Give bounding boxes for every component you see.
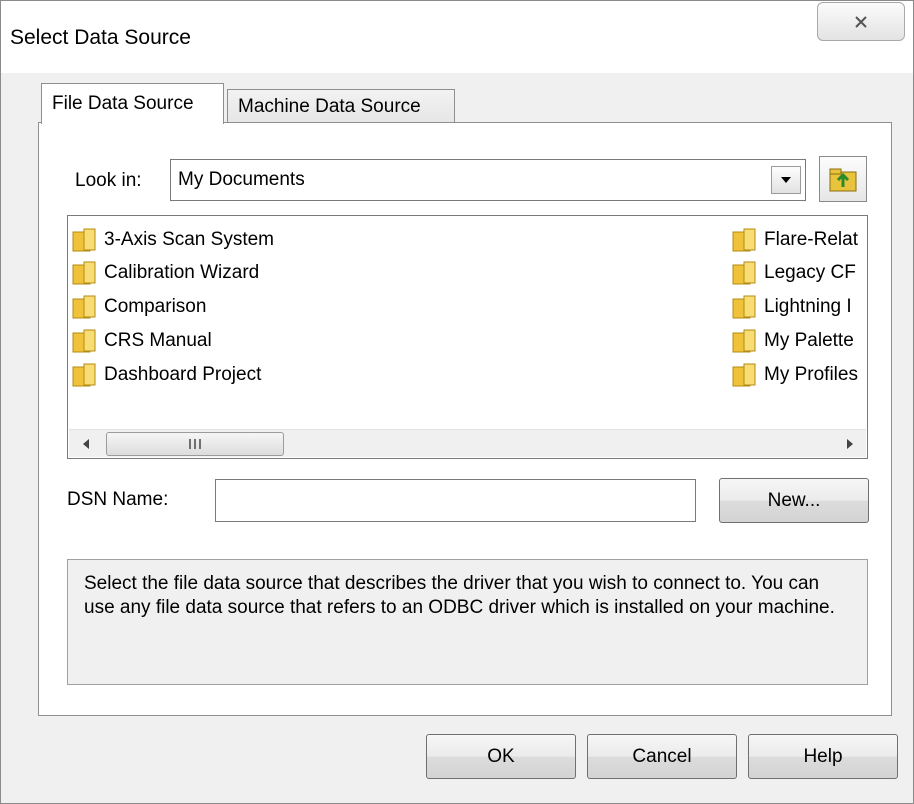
folder-icon [72,295,96,319]
folder-name: Calibration Wizard [104,262,260,283]
cancel-button-label: Cancel [632,745,692,767]
horizontal-scrollbar[interactable] [69,429,866,457]
folder-name: My Palette [764,330,854,351]
close-button[interactable] [817,2,905,41]
description-text: Select the file data source that describ… [84,573,835,618]
folder-name: Comparison [104,296,207,317]
folder-icon [72,261,96,285]
chevron-down-icon [781,177,791,183]
dialog-title: Select Data Source [10,26,191,49]
folder-icon [72,363,96,387]
folder-icon [732,261,756,285]
list-item[interactable]: Dashboard Project [72,360,261,390]
folder-name: Legacy CF [764,262,856,283]
folder-icon [732,329,756,353]
look-in-dropdown[interactable]: My Documents [170,159,806,201]
folder-icon [72,329,96,353]
tab-machine-data-source[interactable]: Machine Data Source [227,89,455,123]
tab-label: File Data Source [52,93,194,114]
list-item[interactable]: Calibration Wizard [72,258,259,288]
folder-name: My Profiles [764,364,858,385]
list-item[interactable]: Comparison [72,292,206,322]
dropdown-arrow-button[interactable] [771,166,801,194]
help-button[interactable]: Help [748,734,898,779]
help-button-label: Help [803,745,843,767]
cancel-button[interactable]: Cancel [587,734,737,779]
list-item[interactable]: Legacy CF [732,258,856,288]
dsn-name-input[interactable] [215,479,696,522]
new-button-label: New... [767,489,821,511]
look-in-value: My Documents [178,169,305,190]
list-item[interactable]: My Profiles [732,360,858,390]
grip-icon [189,439,201,449]
look-in-label: Look in: [75,170,142,191]
close-icon [855,15,867,28]
folder-icon [732,228,756,252]
tab-label: Machine Data Source [238,95,421,117]
folder-icon [732,295,756,319]
file-list[interactable]: 3-Axis Scan System Calibration Wizard Co… [67,215,868,459]
ok-button[interactable]: OK [426,734,576,779]
folder-name: 3-Axis Scan System [104,229,274,250]
scroll-left-icon [82,439,89,449]
folder-icon [732,363,756,387]
tab-file-data-source[interactable]: File Data Source [41,83,224,124]
folder-up-icon [829,168,857,192]
folder-icon [72,228,96,252]
title-bar: Select Data Source [1,1,913,73]
list-item[interactable]: CRS Manual [72,326,212,356]
scroll-left-button[interactable] [69,430,103,458]
description-box: Select the file data source that describ… [67,559,868,685]
new-button[interactable]: New... [719,478,869,523]
folder-name: CRS Manual [104,330,212,351]
ok-button-label: OK [487,745,515,767]
folder-name: Lightning I [764,296,852,317]
list-item[interactable]: My Palette [732,326,854,356]
folder-name: Flare-Relat [764,229,858,250]
folder-name: Dashboard Project [104,364,262,385]
list-item[interactable]: Flare-Relat [732,225,858,255]
list-item[interactable]: Lightning I [732,292,852,322]
scrollbar-thumb[interactable] [106,432,284,456]
dsn-name-label: DSN Name: [67,489,169,510]
list-item[interactable]: 3-Axis Scan System [72,225,274,255]
select-data-source-dialog: Select Data Source Machine Data Source F… [0,0,914,804]
scroll-right-icon [846,439,853,449]
scroll-right-button[interactable] [832,430,866,458]
up-one-level-button[interactable] [819,156,867,202]
